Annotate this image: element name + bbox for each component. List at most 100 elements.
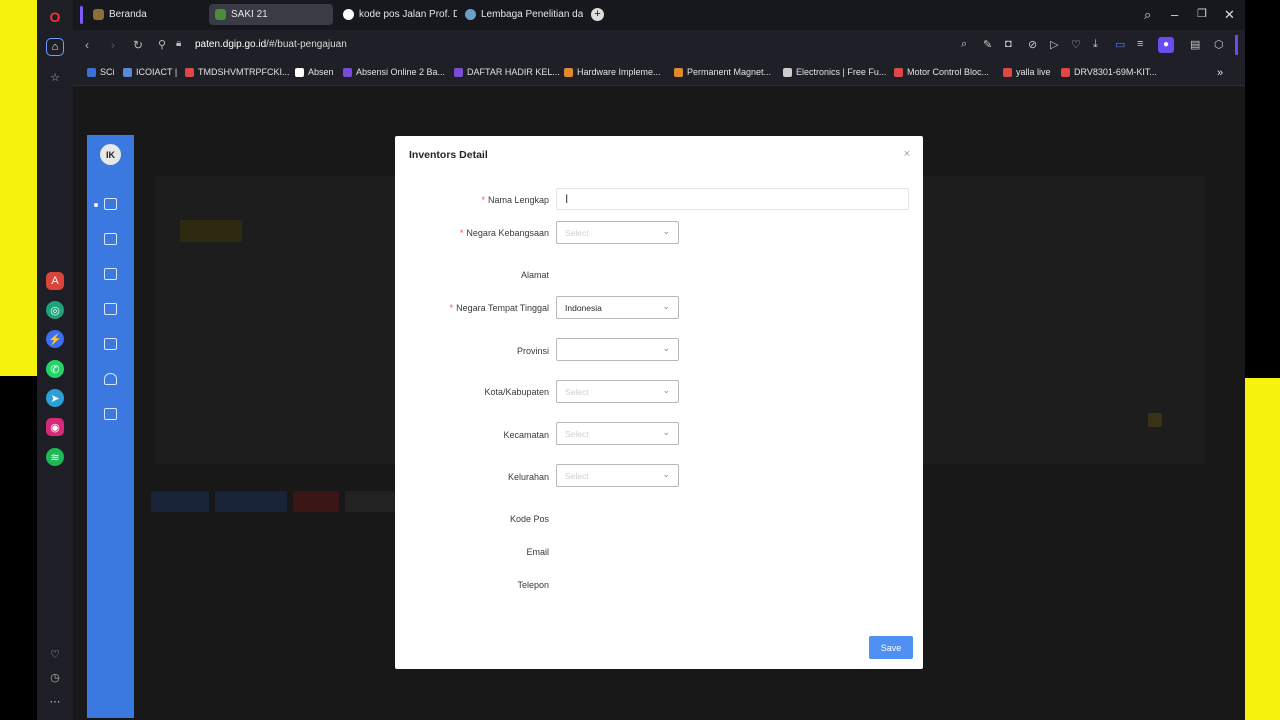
tab-favicon-icon	[93, 9, 104, 20]
calendar-icon[interactable]	[104, 303, 117, 315]
app-logo[interactable]: IK	[100, 144, 121, 165]
messenger-icon[interactable]: ⚡	[46, 330, 64, 348]
tab-kode-pos[interactable]: kode pos Jalan Prof. Dr. H	[337, 4, 457, 25]
chevron-down-icon: ⌄	[662, 427, 670, 437]
minimize-icon[interactable]: –	[1171, 7, 1178, 22]
camera-icon[interactable]: ◘	[1005, 38, 1012, 50]
lock-icon: 🔒︎	[176, 38, 182, 49]
app-sidebar: IK	[87, 135, 134, 718]
play-icon[interactable]: ▷	[1050, 38, 1058, 51]
active-indicator	[94, 203, 98, 207]
bookmark-item[interactable]: yalla live	[1003, 67, 1051, 77]
bookmark-favicon-icon	[1061, 67, 1070, 77]
kelurahan-select[interactable]: Select ⌄	[556, 464, 679, 487]
text-cursor-icon: I	[565, 192, 569, 206]
provinsi-select[interactable]: ⌄	[556, 338, 679, 361]
negara-kebangsaan-select[interactable]: Select ⌄	[556, 221, 679, 244]
kota-kabupaten-select[interactable]: Select ⌄	[556, 380, 679, 403]
bookmark-favicon-icon	[87, 67, 96, 77]
bookmark-item[interactable]: Hardware Impleme...	[564, 67, 661, 77]
bookmark-item[interactable]: Absensi Online 2 Ba...	[343, 67, 445, 77]
history-clock-icon[interactable]: ◷	[46, 668, 64, 686]
bookmark-favicon-icon	[894, 67, 903, 77]
bookmark-favicon-icon	[454, 67, 463, 77]
whatsapp-icon[interactable]: ✆	[46, 360, 64, 378]
id-card-icon[interactable]	[104, 233, 117, 245]
bookmark-star-icon[interactable]: ☆	[46, 68, 64, 86]
bookmark-favicon-icon	[343, 67, 352, 77]
chatgpt-icon[interactable]: ◎	[46, 301, 64, 319]
chevron-down-icon: ⌄	[662, 385, 670, 395]
tab-beranda[interactable]: Beranda	[87, 4, 207, 25]
label-kelurahan: Kelurahan	[507, 472, 549, 482]
home-icon[interactable]: ⌂	[46, 38, 64, 56]
profile-icon[interactable]: ●	[1158, 37, 1174, 53]
select-placeholder: Select	[565, 471, 589, 481]
download-icon[interactable]: ⤓	[1093, 38, 1098, 51]
heart-icon[interactable]: ♡	[46, 645, 64, 663]
bookmark-favicon-icon	[185, 67, 194, 77]
easy-setup-icon[interactable]: ≡	[1137, 38, 1143, 50]
close-window-icon[interactable]: ✕	[1224, 7, 1235, 23]
label-telepon: Telepon	[517, 580, 549, 590]
tab-label: Beranda	[109, 9, 147, 20]
spotify-icon[interactable]: ≋	[46, 448, 64, 466]
search-icon[interactable]: ⌕	[961, 38, 967, 51]
hand-icon[interactable]	[104, 373, 117, 385]
search-tabs-icon[interactable]: ⌕	[1144, 7, 1151, 23]
google-icon	[343, 9, 354, 20]
adblock-icon[interactable]: ⊘	[1028, 38, 1037, 51]
instagram-icon[interactable]: ◉	[46, 418, 64, 436]
bookmark-item[interactable]: SCi	[87, 67, 115, 77]
negara-tempat-tinggal-select[interactable]: Indonesia ⌄	[556, 296, 679, 319]
bookmark-favicon-icon	[1003, 67, 1012, 77]
edit-icon[interactable]: ✎	[983, 38, 992, 51]
label-negara-tempat-tinggal: * Negara Tempat Tinggal	[449, 303, 549, 313]
kecamatan-select[interactable]: Select ⌄	[556, 422, 679, 445]
sidebar-accent	[1235, 35, 1238, 55]
address-toolbar: ‹ › ↻ ⚲ 🔒︎ paten.dgip.go.id/#/buat-penga…	[73, 30, 1245, 60]
site-info-icon[interactable]: ⚲	[158, 38, 166, 51]
restore-icon[interactable]: ❐	[1197, 7, 1207, 20]
label-kota-kabupaten: Kota/Kabupaten	[484, 387, 549, 397]
bookmark-item[interactable]: Absen	[295, 67, 334, 77]
bookmark-item[interactable]: Motor Control Bloc...	[894, 67, 989, 77]
chevron-down-icon: ⌄	[662, 343, 670, 353]
clipboard-icon[interactable]	[104, 338, 117, 350]
url-field[interactable]: paten.dgip.go.id/#/buat-pengajuan	[195, 39, 347, 50]
close-icon[interactable]: ×	[904, 148, 910, 160]
label-kecamatan: Kecamatan	[503, 430, 549, 440]
opera-sidebar: O ⌂ ☆ A ◎ ⚡ ✆ ➤ ◉ ≋ ♡ ◷ ⋯	[37, 0, 73, 720]
save-button[interactable]: Save	[869, 636, 913, 659]
background-button	[215, 491, 287, 512]
extensions-cube-icon[interactable]: ⬡	[1214, 38, 1224, 51]
yellow-highlight-left	[0, 0, 37, 376]
aria-icon[interactable]: A	[46, 272, 64, 290]
nama-lengkap-input[interactable]	[556, 188, 909, 210]
bookmark-item[interactable]: DRV8301-69M-KIT...	[1061, 67, 1157, 77]
tab-saki-21[interactable]: SAKI 21	[209, 4, 333, 25]
bookmark-item[interactable]: Electronics | Free Fu...	[783, 67, 886, 77]
opera-logo-icon[interactable]: O	[46, 8, 64, 26]
card-icon[interactable]	[104, 268, 117, 280]
snapshot-icon[interactable]: ▤	[1190, 38, 1200, 51]
document-icon[interactable]	[104, 198, 117, 210]
reload-icon[interactable]: ↻	[133, 38, 143, 52]
select-placeholder: Select	[565, 228, 589, 238]
mail-icon[interactable]	[104, 408, 117, 420]
new-tab-plus-icon[interactable]: +	[591, 8, 604, 21]
bookmark-item[interactable]: ICOIACT |	[123, 67, 177, 77]
battery-icon[interactable]: ▭	[1115, 38, 1125, 51]
bookmark-item[interactable]: TMDSHVMTRPFCKI...	[185, 67, 290, 77]
background-pagination	[1148, 413, 1162, 427]
back-icon[interactable]: ‹	[85, 38, 89, 52]
heart-icon[interactable]: ♡	[1071, 38, 1081, 51]
bookmark-item[interactable]: DAFTAR HADIR KEL...	[454, 67, 560, 77]
more-dots-icon[interactable]: ⋯	[46, 692, 64, 710]
select-placeholder: Select	[565, 387, 589, 397]
tab-lembaga[interactable]: Lembaga Penelitian dan P	[459, 4, 583, 25]
telegram-icon[interactable]: ➤	[46, 389, 64, 407]
forward-icon[interactable]: ›	[111, 38, 115, 52]
bookmark-item[interactable]: Permanent Magnet...	[674, 67, 771, 77]
bookmarks-overflow-icon[interactable]: »	[1217, 67, 1223, 79]
